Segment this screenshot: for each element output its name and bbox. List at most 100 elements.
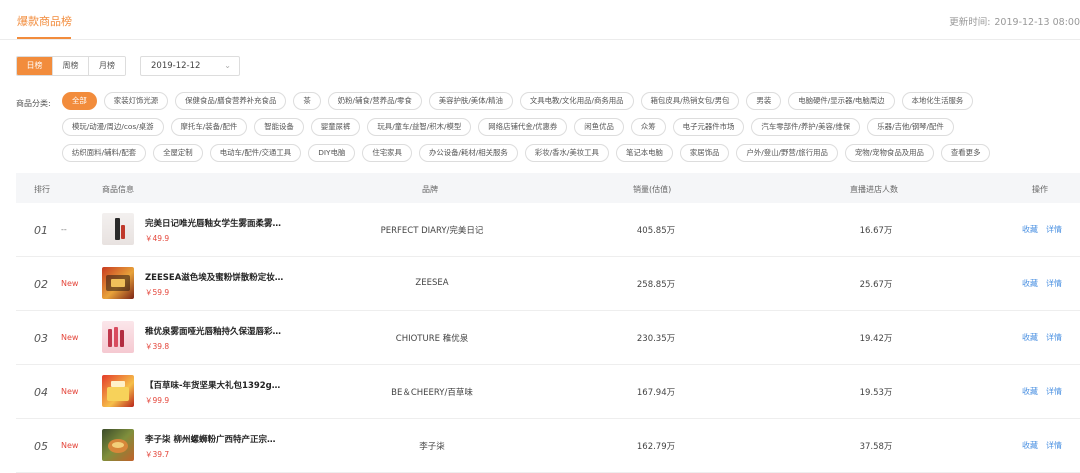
product-thumbnail[interactable]	[102, 429, 134, 461]
category-chip[interactable]: 彩妆/香水/美妆工具	[524, 144, 609, 162]
category-chip[interactable]: 电脑硬件/显示器/电脑周边	[788, 92, 895, 110]
rank-number: 04	[34, 386, 48, 399]
collect-button[interactable]: 收藏	[1022, 333, 1038, 342]
table-row: 02 New ZEESEA滋色埃及蜜粉饼散粉定妆… ￥59.9 ZEESEA 2…	[16, 257, 1080, 311]
table-row: 01 -- 完美日记唯光唇釉女学生雾面柔雾… ￥49.9 PERFECT DIA…	[16, 203, 1080, 257]
collect-button[interactable]: 收藏	[1022, 387, 1038, 396]
rank-trend: New	[61, 333, 79, 342]
product-name[interactable]: 李子柒 柳州螺蛳粉广西特产正宗…	[145, 433, 275, 445]
viewers-value: 25.67万	[859, 280, 893, 290]
category-chip[interactable]: 户外/登山/野营/旅行用品	[736, 144, 838, 162]
category-chip[interactable]: 文具电教/文化用品/商务用品	[519, 92, 634, 110]
product-brand: ZEESEA	[415, 278, 449, 288]
category-chip[interactable]: 乐器/吉他/钢琴/配件	[867, 118, 954, 136]
column-brand: 品牌	[422, 185, 438, 194]
sales-value: 258.85万	[636, 280, 676, 290]
collect-button[interactable]: 收藏	[1022, 441, 1038, 450]
update-time: 更新时间: 2019-12-13 08:00	[949, 14, 1080, 28]
rank-trend: New	[61, 387, 79, 396]
product-name[interactable]: 【百草味-年货坚果大礼包1392g…	[145, 379, 280, 391]
product-thumbnail[interactable]	[102, 375, 134, 407]
category-chip[interactable]: 汽车零部件/养护/美容/维保	[751, 118, 861, 136]
rank-number: 05	[34, 440, 48, 453]
detail-button[interactable]: 详情	[1046, 333, 1062, 342]
row-actions: 收藏 详情	[1022, 332, 1070, 343]
view-more-button[interactable]: 查看更多	[940, 144, 991, 162]
collect-button[interactable]: 收藏	[1022, 225, 1038, 234]
category-chip[interactable]: DIY电脑	[308, 144, 356, 162]
category-chip[interactable]: 闲鱼优品	[574, 118, 624, 136]
row-actions: 收藏 详情	[1022, 278, 1070, 289]
product-brand: 李子柒	[419, 442, 445, 452]
sales-value: 405.85万	[636, 226, 676, 236]
category-chip[interactable]: 全部	[62, 92, 97, 110]
detail-button[interactable]: 详情	[1046, 279, 1062, 288]
category-chip[interactable]: 宠物/宠物食品及用品	[844, 144, 934, 162]
chevron-down-icon: ⌄	[224, 61, 231, 70]
product-name[interactable]: 完美日记唯光唇釉女学生雾面柔雾…	[145, 217, 281, 229]
sales-value: 167.94万	[636, 388, 676, 398]
category-chip[interactable]: 美容护肤/美体/精油	[428, 92, 513, 110]
category-chip[interactable]: 箱包皮具/热销女包/男包	[640, 92, 740, 110]
category-chip[interactable]: 保健食品/膳食营养补充食品	[175, 92, 287, 110]
collect-button[interactable]: 收藏	[1022, 279, 1038, 288]
category-chip[interactable]: 婴童尿裤	[310, 118, 361, 136]
page-header: 爆款商品榜 更新时间: 2019-12-13 08:00	[0, 0, 1080, 40]
category-chip[interactable]: 网络店铺代金/优惠券	[478, 118, 568, 136]
category-chip[interactable]: 茶	[293, 92, 321, 110]
column-actions: 操作	[1032, 185, 1048, 194]
detail-button[interactable]: 详情	[1046, 387, 1062, 396]
row-actions: 收藏 详情	[1022, 224, 1070, 235]
toolbar: 日榜 周榜 月榜 2019-12-12 ⌄	[16, 56, 240, 76]
product-name[interactable]: ZEESEA滋色埃及蜜粉饼散粉定妆…	[145, 271, 283, 283]
product-thumbnail[interactable]	[102, 321, 134, 353]
category-chip[interactable]: 住宅家具	[362, 144, 412, 162]
update-label: 更新时间:	[949, 17, 991, 28]
row-actions: 收藏 详情	[1022, 440, 1070, 451]
category-chip[interactable]: 玩具/童车/益智/积木/模型	[367, 118, 472, 136]
product-price: ￥39.8	[145, 342, 170, 351]
category-chip[interactable]: 模玩/动漫/周边/cos/桌游	[62, 118, 164, 136]
table-row: 03 New 稚优泉雾面哑光唇釉持久保湿唇彩… ￥39.8 CHIOTURE 稚…	[16, 311, 1080, 365]
tab-daily[interactable]: 日榜	[17, 57, 53, 75]
category-label: 商品分类:	[16, 99, 51, 108]
rank-trend: New	[61, 279, 79, 288]
table-row: 04 New 【百草味-年货坚果大礼包1392g… ￥99.9 BE＆CHEER…	[16, 365, 1080, 419]
category-chip[interactable]: 本地化生活服务	[901, 92, 974, 110]
category-chip[interactable]: 笔记本电脑	[615, 144, 673, 162]
product-brand: PERFECT DIARY/完美日记	[380, 226, 484, 236]
category-chip[interactable]: 家装灯饰光源	[103, 92, 169, 110]
category-chip[interactable]: 众筹	[630, 118, 666, 136]
rank-number: 01	[34, 224, 48, 237]
page-title[interactable]: 爆款商品榜	[17, 13, 72, 29]
category-chip[interactable]: 摩托车/装备/配件	[170, 118, 248, 136]
product-ranking-table: 排行 商品信息 品牌 销量(估值) 直播进店人数 操作 01 -- 完美日记唯光…	[16, 173, 1080, 473]
category-chip[interactable]: 电动车/配件/交通工具	[209, 144, 302, 162]
category-chip[interactable]: 办公设备/耗材/相关服务	[418, 144, 518, 162]
category-chip[interactable]: 家居饰品	[679, 144, 730, 162]
tab-monthly[interactable]: 月榜	[89, 57, 125, 75]
category-row: 纺织面料/辅料/配套 全屋定制 电动车/配件/交通工具 DIY电脑 住宅家具 办公设备/耗…	[62, 144, 991, 162]
product-thumbnail[interactable]	[102, 267, 134, 299]
rank-trend: --	[61, 225, 67, 234]
detail-button[interactable]: 详情	[1046, 225, 1062, 234]
date-value: 2019-12-12	[151, 61, 201, 71]
category-chip[interactable]: 智能设备	[254, 118, 304, 136]
product-name[interactable]: 稚优泉雾面哑光唇釉持久保湿唇彩…	[145, 325, 281, 337]
detail-button[interactable]: 详情	[1046, 441, 1062, 450]
category-chip[interactable]: 奶粉/辅食/营养品/零食	[327, 92, 422, 110]
product-price: ￥39.7	[145, 450, 170, 459]
product-thumbnail[interactable]	[102, 213, 134, 245]
category-row: 全部 家装灯饰光源 保健食品/膳食营养补充食品茶奶粉/辅食/营养品/零食 美容护肤/美…	[62, 92, 974, 110]
rank-trend: New	[61, 441, 79, 450]
category-chip[interactable]: 男装	[746, 92, 782, 110]
category-chip[interactable]: 纺织面料/辅料/配套	[62, 144, 147, 162]
tab-weekly[interactable]: 周榜	[53, 57, 89, 75]
category-chip[interactable]: 全屋定制	[153, 144, 203, 162]
column-product: 商品信息	[102, 185, 134, 194]
product-price: ￥49.9	[145, 234, 170, 243]
category-chip[interactable]: 电子元器件市场	[672, 118, 745, 136]
date-picker[interactable]: 2019-12-12 ⌄	[140, 56, 240, 76]
viewers-value: 19.42万	[859, 334, 893, 344]
viewers-value: 16.67万	[859, 226, 893, 236]
